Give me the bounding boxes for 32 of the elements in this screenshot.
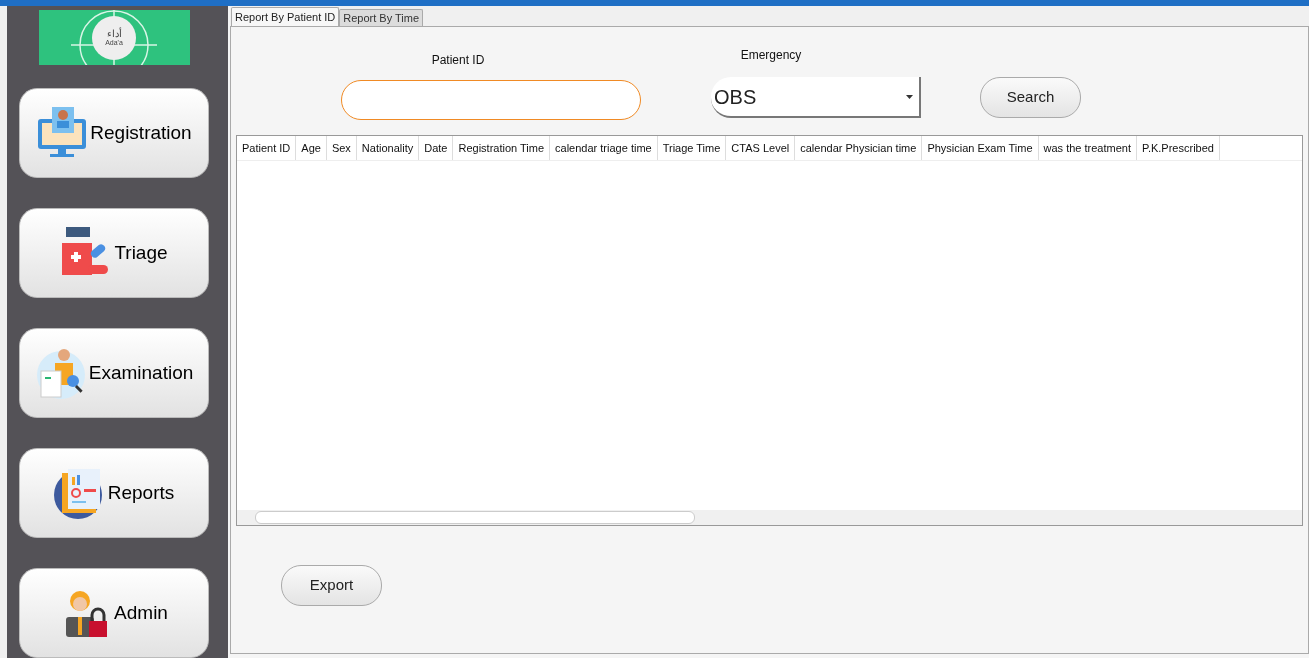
column-header[interactable]: CTAS Level [726, 136, 796, 160]
column-header[interactable]: calendar Physician time [795, 136, 923, 160]
nav-button[interactable]: Admin [19, 568, 209, 658]
nav-button[interactable]: Reports [19, 448, 209, 538]
search-button[interactable]: Search [980, 77, 1081, 118]
field-label: Patient ID [431, 52, 485, 69]
column-header[interactable]: Registration Time [453, 136, 551, 160]
export-button[interactable]: Export [281, 565, 382, 606]
nav-button[interactable]: Examination [19, 328, 209, 418]
column-header[interactable]: Patient ID [237, 136, 297, 160]
dropdown-caret-icon [906, 94, 913, 99]
tab[interactable]: Report By Patient ID [231, 7, 340, 26]
column-header[interactable]: P.K.Prescribed [1137, 136, 1220, 160]
tab[interactable]: Report By Time [339, 9, 424, 26]
field-label: Emergency [740, 47, 802, 64]
nav-button[interactable]: Registration [19, 88, 209, 178]
doctor-clipboard-icon [34, 347, 87, 399]
logo-arabic-text: أداء [106, 29, 122, 39]
column-header[interactable]: Physician Exam Time [922, 136, 1039, 160]
scrollbar-thumb[interactable] [255, 511, 695, 524]
nav-button[interactable]: Triage [19, 208, 209, 298]
computer-user-icon [36, 107, 89, 159]
column-header[interactable]: calendar triage time [550, 136, 658, 160]
column-header[interactable]: Nationality [356, 136, 420, 160]
column-header[interactable]: Triage Time [657, 136, 727, 160]
emergency-dropdown[interactable]: OBS [711, 77, 921, 118]
column-header[interactable]: Sex [326, 136, 357, 160]
column-header[interactable]: Age [296, 136, 327, 160]
horizontal-scrollbar[interactable] [237, 510, 1302, 525]
column-header[interactable]: Date [419, 136, 454, 160]
patient-id-field[interactable] [341, 80, 641, 120]
column-header[interactable]: was the treatment [1038, 136, 1137, 160]
